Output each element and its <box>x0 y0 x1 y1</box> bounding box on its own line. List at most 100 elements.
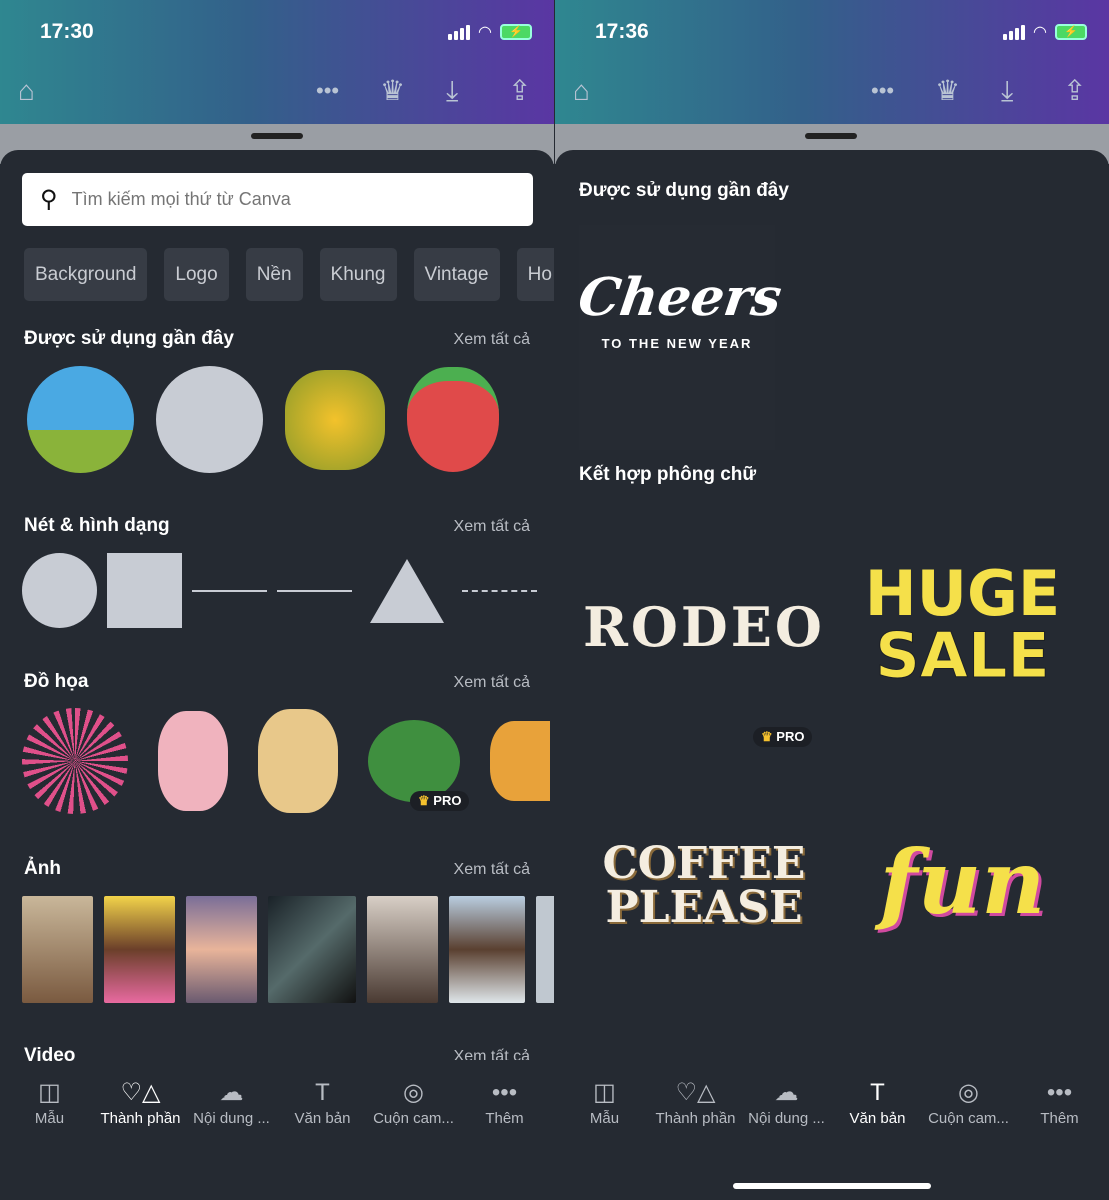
man-graphic[interactable] <box>490 721 550 801</box>
square-shape[interactable] <box>107 553 182 628</box>
see-all-link[interactable]: Xem tất cả <box>454 674 530 692</box>
nav-label: Thêm <box>1040 1110 1079 1127</box>
upload-cloud-icon: ☁ <box>774 1079 799 1106</box>
upload-cloud-icon: ☁ <box>219 1079 244 1106</box>
nav-label: Nội dung ... <box>748 1110 825 1127</box>
more-icon[interactable]: ••• <box>316 76 339 106</box>
nav-label: Thành phần <box>100 1110 181 1127</box>
nav-templates[interactable]: ◫ Mẫu <box>560 1076 650 1200</box>
crown-icon: ♛ <box>761 729 773 744</box>
fun-template[interactable]: fun <box>835 760 1090 1010</box>
chip[interactable]: Background <box>24 248 148 301</box>
share-icon[interactable]: ⇪ <box>508 76 531 106</box>
search-box[interactable]: ⚲ <box>22 173 533 226</box>
section-title: Video <box>24 1045 76 1061</box>
dashed-line-shape[interactable] <box>462 589 537 592</box>
status-time: 17:30 <box>40 20 94 43</box>
nav-label: Văn bản <box>849 1110 906 1127</box>
nav-text[interactable]: T Văn bản <box>278 1076 368 1200</box>
sunburst-graphic[interactable] <box>22 708 128 814</box>
chip[interactable]: Ho <box>516 248 554 301</box>
status-time: 17:36 <box>595 20 649 43</box>
nav-more[interactable]: ••• Thêm <box>460 1076 550 1200</box>
nav-text[interactable]: T Văn bản <box>833 1076 923 1200</box>
search-input[interactable] <box>71 189 472 210</box>
nav-templates[interactable]: ◫ Mẫu <box>5 1076 95 1200</box>
crown-icon[interactable]: ♛ <box>935 76 960 106</box>
nav-elements[interactable]: ♡△ Thành phần <box>96 1076 186 1200</box>
template-icon: ◫ <box>593 1079 616 1106</box>
photo-thumbnail[interactable] <box>22 896 93 1003</box>
elements-icon: ♡△ <box>675 1079 716 1106</box>
circle-shape[interactable] <box>22 553 97 628</box>
rodeo-template[interactable]: RODEO <box>579 505 829 750</box>
text-icon: T <box>315 1079 330 1106</box>
pro-badge: ♛ PRO <box>410 791 470 811</box>
nav-elements[interactable]: ♡△ Thành phần <box>651 1076 741 1200</box>
sale-text: SALE <box>875 619 1051 692</box>
wifi-icon: ◠ <box>1033 24 1047 41</box>
right-screen: 17:36 ◠ ⚡ ⌂ ••• ♛ ⤓ ⇪ Được sử dụng gần đâ… <box>555 0 1109 1200</box>
landscape-circle[interactable] <box>27 366 134 473</box>
nav-label: Mẫu <box>589 1110 620 1127</box>
nav-uploads[interactable]: ☁ Nội dung ... <box>742 1076 832 1200</box>
woman-graphic[interactable] <box>258 709 338 813</box>
see-all-link[interactable]: Xem tất cả <box>454 861 530 879</box>
photo-thumbnail[interactable] <box>186 896 257 1003</box>
chip[interactable]: Khung <box>319 248 397 301</box>
section-title: Được sử dụng gần đây <box>579 180 789 201</box>
see-all-link[interactable]: Xem tất cả <box>454 331 530 349</box>
gray-circle[interactable] <box>156 366 263 473</box>
see-all-link[interactable]: Xem tất cả <box>454 1048 530 1060</box>
crown-icon[interactable]: ♛ <box>380 76 405 106</box>
chip[interactable]: Nền <box>245 248 303 301</box>
nav-uploads[interactable]: ☁ Nội dung ... <box>187 1076 277 1200</box>
search-icon: ⚲ <box>40 186 58 213</box>
durian-graphic[interactable] <box>285 369 385 470</box>
monstera-leaf-graphic[interactable] <box>368 720 460 802</box>
rodeo-text: RODEO <box>583 595 825 659</box>
pro-label: PRO <box>433 793 462 808</box>
section-title: Kết hợp phông chữ <box>579 464 757 485</box>
elements-icon: ♡△ <box>120 1079 161 1106</box>
drag-handle[interactable] <box>251 133 303 139</box>
cheers-text-template[interactable]: Cheers TO THE NEW YEAR <box>575 225 785 450</box>
line-shape[interactable] <box>192 589 267 592</box>
camera-icon: ◎ <box>403 1079 424 1106</box>
photo-thumbnail[interactable] <box>104 896 175 1003</box>
fun-text: fun <box>879 830 1046 934</box>
photo-thumbnail[interactable] <box>367 896 438 1003</box>
nav-more[interactable]: ••• Thêm <box>1015 1076 1105 1200</box>
photo-thumbnail[interactable] <box>449 896 525 1003</box>
chip[interactable]: Vintage <box>413 248 500 301</box>
nav-camera-roll[interactable]: ◎ Cuộn cam... <box>924 1076 1014 1200</box>
chip[interactable]: Logo <box>164 248 229 301</box>
download-icon[interactable]: ⤓ <box>1001 76 1013 106</box>
coffee-please-template[interactable]: COFFEE PLEASE <box>579 760 829 1010</box>
strawberry-graphic[interactable] <box>407 367 499 472</box>
nav-label: Mẫu <box>34 1110 65 1127</box>
header: 17:36 ◠ ⚡ ⌂ ••• ♛ ⤓ ⇪ <box>555 0 1109 124</box>
home-indicator[interactable] <box>733 1183 931 1189</box>
download-icon[interactable]: ⤓ <box>446 76 458 106</box>
left-screen: 17:30 ◠⚡ ⌂ ••• ♛ ⤓ ⇪ ⚲ Background Logo N… <box>0 0 554 1200</box>
finger-heart-graphic[interactable] <box>158 711 228 811</box>
see-all-link[interactable]: Xem tất cả <box>454 518 530 536</box>
huge-sale-template[interactable]: HUGE SALE <box>835 505 1090 750</box>
shapes-row <box>22 553 537 628</box>
nav-label: Nội dung ... <box>193 1110 270 1127</box>
nav-camera-roll[interactable]: ◎ Cuộn cam... <box>369 1076 459 1200</box>
triangle-shape[interactable] <box>370 558 444 623</box>
nav-label: Văn bản <box>294 1110 351 1127</box>
more-icon[interactable]: ••• <box>871 76 894 106</box>
home-icon[interactable]: ⌂ <box>18 76 35 106</box>
home-icon[interactable]: ⌂ <box>573 76 590 106</box>
photo-thumbnail[interactable] <box>536 896 554 1003</box>
drag-handle[interactable] <box>805 133 857 139</box>
wifi-icon: ◠ <box>478 24 492 41</box>
photos-row <box>22 896 554 1003</box>
photo-thumbnail[interactable] <box>268 896 356 1003</box>
section-title: Đồ họa <box>24 671 89 692</box>
arrow-shape[interactable] <box>277 589 352 592</box>
share-icon[interactable]: ⇪ <box>1063 76 1086 106</box>
